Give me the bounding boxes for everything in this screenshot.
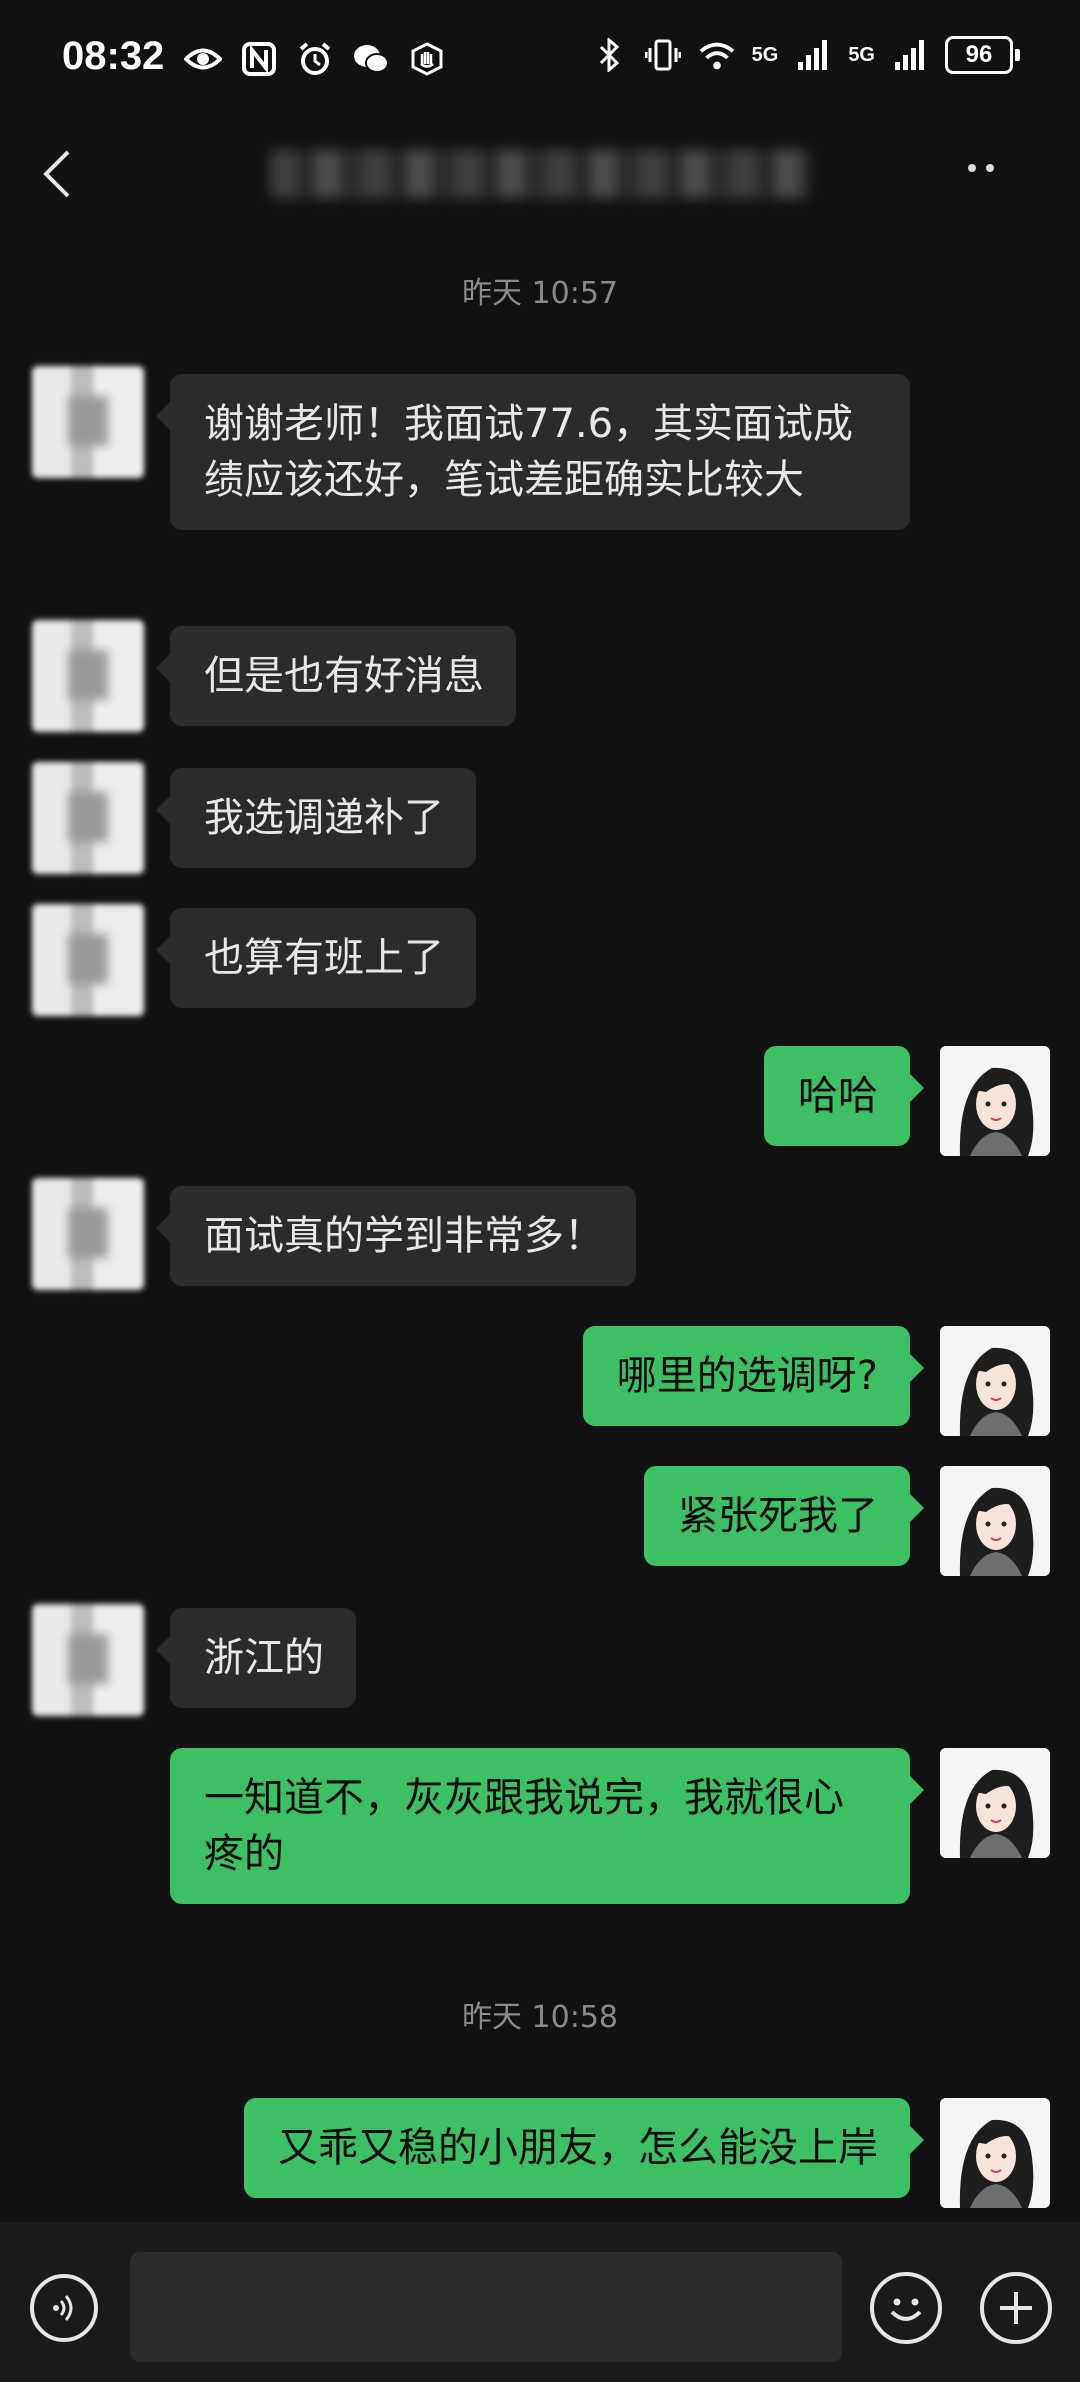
incoming-message[interactable]: 我选调递补了 (156, 768, 476, 868)
alarm-icon (296, 40, 334, 78)
back-icon[interactable] (38, 148, 78, 200)
nfc-icon (240, 40, 278, 78)
self-avatar[interactable] (940, 1326, 1050, 1436)
contact-avatar[interactable] (32, 366, 144, 478)
signal-icon (891, 36, 929, 74)
contact-avatar[interactable] (32, 1604, 144, 1716)
bluetooth-icon (590, 36, 628, 74)
battery-indicator: 96 (945, 36, 1020, 74)
hand-icon (408, 40, 446, 78)
chat-title-pixelated (270, 150, 810, 198)
battery-tip (1015, 49, 1020, 61)
outgoing-message[interactable]: 哪里的选调呀? (582, 1326, 925, 1426)
outgoing-message[interactable]: 一知道不，灰灰跟我说完，我就很心疼的 (170, 1748, 924, 1904)
voice-input-icon[interactable] (30, 2274, 98, 2342)
emoji-icon[interactable] (870, 2272, 942, 2344)
self-avatar[interactable] (940, 1466, 1050, 1576)
outgoing-message[interactable]: 紧张死我了 (644, 1466, 924, 1566)
incoming-message[interactable]: 面试真的学到非常多！ (156, 1186, 636, 1286)
status-bar: 08:32 5G 5G 96 (0, 0, 1080, 120)
message-input[interactable] (130, 2252, 842, 2362)
eye-icon (184, 40, 222, 78)
network-type-1: 5G (751, 43, 779, 66)
plus-icon[interactable] (980, 2272, 1052, 2344)
outgoing-message[interactable]: 又乖又稳的小朋友，怎么能没上岸 (244, 2098, 924, 2198)
contact-avatar[interactable] (32, 620, 144, 732)
contact-avatar[interactable] (32, 904, 144, 1016)
contact-avatar[interactable] (32, 1178, 144, 1290)
outgoing-message[interactable]: 哈哈 (764, 1046, 924, 1146)
message-timestamp: 昨天 10:57 (462, 276, 618, 311)
incoming-message[interactable]: 浙江的 (156, 1608, 356, 1708)
vibrate-icon (644, 36, 682, 74)
status-left-icons (184, 40, 446, 78)
self-avatar[interactable] (940, 1046, 1050, 1156)
network-type-2: 5G (848, 43, 875, 66)
wifi-icon (698, 36, 736, 74)
incoming-message[interactable]: 但是也有好消息 (156, 626, 516, 726)
self-avatar[interactable] (940, 1748, 1050, 1858)
contact-avatar[interactable] (32, 762, 144, 874)
input-bar (0, 2222, 1080, 2382)
chat-title (0, 0, 1, 1)
signal-icon (794, 36, 832, 74)
battery-level: 96 (945, 36, 1013, 74)
status-time: 08:32 (62, 34, 165, 78)
self-avatar[interactable] (940, 2098, 1050, 2208)
wechat-icon (352, 40, 390, 78)
incoming-message[interactable]: 也算有班上了 (156, 908, 476, 1008)
more-options-icon[interactable] (968, 148, 1028, 188)
message-timestamp: 昨天 10:58 (462, 2000, 618, 2035)
incoming-message[interactable]: 谢谢老师！我面试77.6，其实面试成绩应该还好，笔试差距确实比较大 (156, 374, 910, 530)
status-right-icons: 5G 5G 96 (590, 36, 1020, 74)
